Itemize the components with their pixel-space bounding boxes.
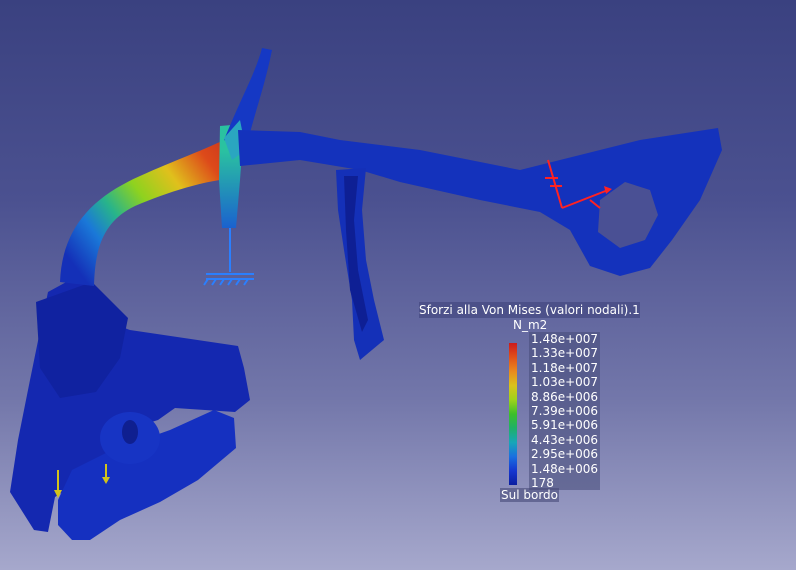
3d-viewport[interactable] [0,0,796,570]
part-curved-arm [60,136,238,286]
fem-part-model[interactable] [10,48,722,540]
part-pivot-hole [122,420,138,444]
part-hanging-leg [336,168,384,360]
clamp-restraint-icon[interactable] [203,228,254,286]
